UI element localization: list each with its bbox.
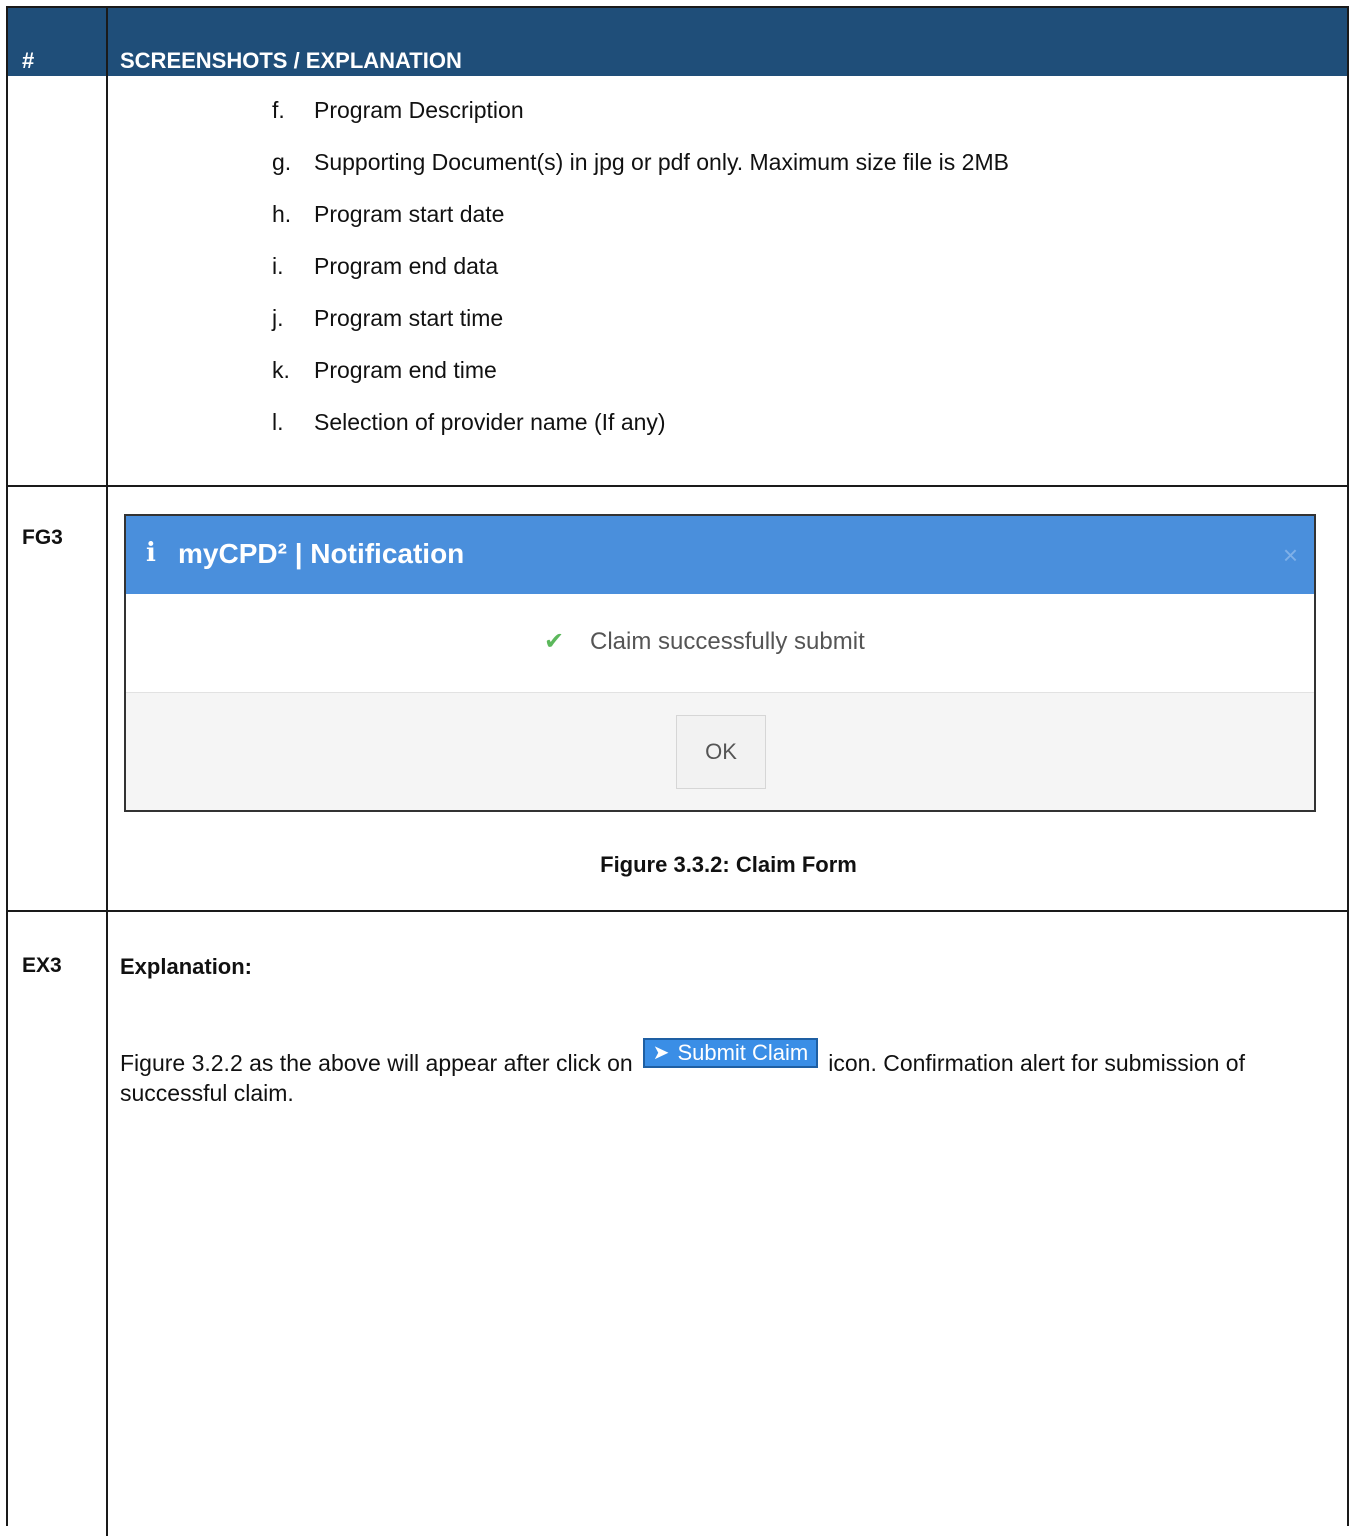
list-item-text: Program start time (314, 305, 504, 331)
info-icon: i (146, 538, 156, 568)
row-label-fg3: FG3 (22, 526, 63, 549)
list-item-text: Program end data (314, 253, 499, 279)
dialog-message: ✔ Claim successfully submit (544, 628, 865, 656)
explanation-text-before: Figure 3.2.2 as the above will appear af… (120, 1050, 633, 1076)
close-icon[interactable]: × (1283, 540, 1298, 571)
table-header: # SCREENSHOTS / EXPLANATION (8, 8, 1347, 76)
list-item-text: Program start date (314, 201, 505, 227)
list-item-text: Program end time (314, 357, 497, 383)
list-item: f. Program Description (272, 84, 1009, 136)
dialog-header: i myCPD² | Notification × (126, 516, 1314, 594)
row-separator (8, 485, 1347, 487)
header-divider (106, 8, 108, 76)
explanation-paragraph: Figure 3.2.2 as the above will appear af… (120, 1038, 1320, 1108)
header-title: SCREENSHOTS / EXPLANATION (120, 48, 462, 73)
dialog-footer: OK (126, 693, 1314, 810)
list-marker: f. (272, 97, 285, 123)
header-number-label: # (22, 48, 35, 73)
list-item: k. Program end time (272, 344, 1009, 396)
figure-caption: Figure 3.3.2: Claim Form (600, 852, 857, 877)
dialog-body: ✔ Claim successfully submit (126, 594, 1314, 693)
check-icon: ✔ (544, 628, 565, 655)
submit-claim-label: Submit Claim (677, 1040, 809, 1065)
document-table: # SCREENSHOTS / EXPLANATION f. Program De… (6, 6, 1349, 1536)
list-item: g. Supporting Document(s) in jpg or pdf o… (272, 136, 1009, 188)
column-divider (106, 76, 108, 1536)
list-marker: j. (272, 305, 284, 331)
submit-claim-button: ➤ Submit Claim (642, 1038, 819, 1068)
list-marker: i. (272, 253, 284, 279)
dialog-message-text: Claim successfully submit (590, 628, 865, 655)
row-separator (8, 910, 1347, 912)
ok-button[interactable]: OK (676, 715, 766, 789)
list-marker: l. (272, 409, 284, 435)
row-label-ex3: EX3 (22, 954, 62, 977)
explanation-title: Explanation: (120, 954, 253, 979)
list-item-text: Supporting Document(s) in jpg or pdf onl… (314, 149, 1009, 175)
list-marker: h. (272, 201, 292, 227)
list-item-text: Program Description (314, 97, 524, 123)
list-marker: g. (272, 149, 292, 175)
dialog-title: myCPD² | Notification (178, 538, 465, 569)
program-field-list: f. Program Description g. Supporting Docum… (272, 84, 1009, 448)
list-item-text: Selection of provider name (If any) (314, 409, 666, 435)
list-item: h. Program start date (272, 188, 1009, 240)
paper-plane-icon: ➤ (652, 1042, 670, 1064)
list-item: l. Selection of provider name (If any) (272, 396, 1009, 448)
list-item: i. Program end data (272, 240, 1009, 292)
notification-dialog: i myCPD² | Notification × ✔ Claim succes… (124, 514, 1316, 812)
list-marker: k. (272, 357, 290, 383)
list-item: j. Program start time (272, 292, 1009, 344)
